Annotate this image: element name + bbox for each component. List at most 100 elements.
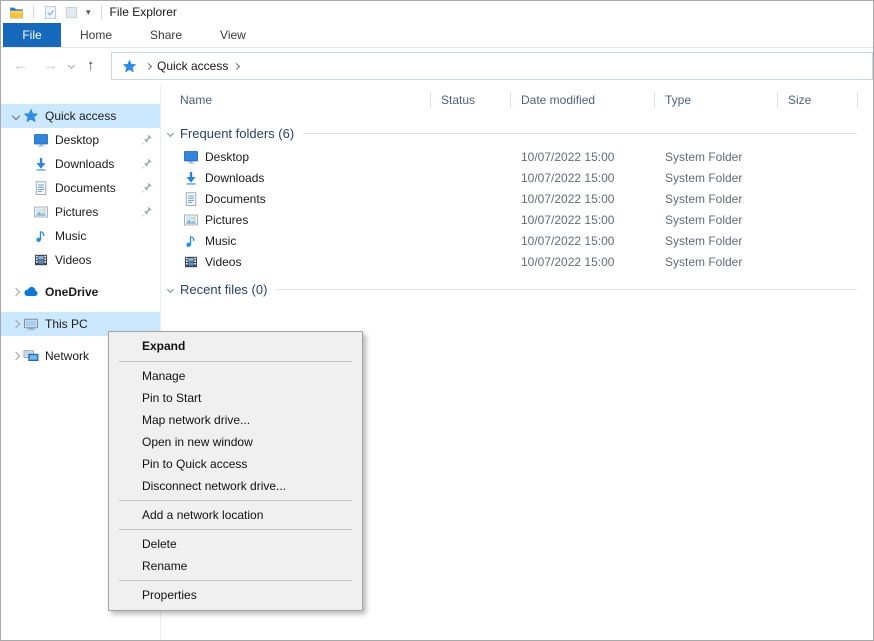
chevron-down-icon[interactable]	[167, 129, 174, 136]
menu-item-properties[interactable]: Properties	[109, 584, 362, 606]
file-type: System Folder	[655, 234, 778, 248]
column-header-status[interactable]: Status	[431, 85, 511, 115]
toolbar-separator	[101, 5, 102, 19]
downloads-icon	[33, 156, 49, 172]
breadcrumb[interactable]: Quick access	[157, 59, 228, 73]
table-row[interactable]: Documents 10/07/2022 15:00 System Folder	[161, 188, 873, 209]
file-type: System Folder	[655, 150, 778, 164]
sidebar-item-music[interactable]: Music	[1, 224, 160, 248]
window-title: File Explorer	[110, 5, 177, 19]
menu-item-map-network-drive[interactable]: Map network drive...	[109, 409, 362, 431]
file-date-modified: 10/07/2022 15:00	[511, 171, 655, 185]
chevron-down-icon[interactable]	[12, 112, 20, 120]
sidebar-item-pictures[interactable]: Pictures	[1, 200, 160, 224]
new-folder-icon[interactable]	[64, 5, 79, 20]
file-name: Documents	[205, 192, 266, 206]
sidebar-item-documents[interactable]: Documents	[1, 176, 160, 200]
group-header-frequent-folders[interactable]: Frequent folders (6)	[161, 123, 873, 143]
table-row[interactable]: Downloads 10/07/2022 15:00 System Folder	[161, 167, 873, 188]
file-type: System Folder	[655, 171, 778, 185]
pin-icon	[140, 157, 153, 170]
context-menu: Expand Manage Pin to Start Map network d…	[108, 331, 363, 611]
back-button[interactable]: ←	[13, 56, 28, 76]
table-row[interactable]: Music 10/07/2022 15:00 System Folder	[161, 230, 873, 251]
table-row[interactable]: Videos 10/07/2022 15:00 System Folder	[161, 251, 873, 272]
address-box[interactable]: Quick access	[111, 52, 873, 80]
menu-item-manage[interactable]: Manage	[109, 365, 362, 387]
menu-separator	[119, 361, 352, 362]
file-explorer-window: ▾ File Explorer File Home Share View ← →…	[0, 0, 874, 641]
onedrive-cloud-icon	[23, 284, 39, 300]
music-icon	[183, 233, 199, 249]
sidebar-item-label: Documents	[55, 181, 116, 195]
menu-item-pin-to-start[interactable]: Pin to Start	[109, 387, 362, 409]
tab-view[interactable]: View	[201, 23, 265, 47]
sidebar-item-downloads[interactable]: Downloads	[1, 152, 160, 176]
forward-button[interactable]: →	[43, 56, 58, 76]
chevron-right-icon[interactable]	[12, 352, 20, 360]
music-icon	[33, 228, 49, 244]
chevron-down-icon[interactable]	[167, 285, 174, 292]
file-name: Pictures	[205, 213, 248, 227]
file-date-modified: 10/07/2022 15:00	[511, 213, 655, 227]
menu-item-add-network-location[interactable]: Add a network location	[109, 504, 362, 526]
pin-icon	[140, 133, 153, 146]
documents-icon	[33, 180, 49, 196]
column-headers: Name Status Date modified Type Size	[161, 85, 873, 115]
address-bar: ← → ↑ Quick access	[1, 48, 873, 85]
customize-toolbar-icon[interactable]: ▾	[86, 5, 91, 20]
pin-icon	[140, 181, 153, 194]
title-bar: ▾ File Explorer	[1, 1, 873, 23]
desktop-icon	[33, 132, 49, 148]
tab-home[interactable]: Home	[61, 23, 131, 47]
chevron-right-icon[interactable]	[12, 320, 20, 328]
file-date-modified: 10/07/2022 15:00	[511, 150, 655, 164]
column-header-name[interactable]: Name	[161, 85, 431, 115]
documents-icon	[183, 191, 199, 207]
file-name: Music	[205, 234, 236, 248]
this-pc-icon	[23, 316, 39, 332]
tab-file[interactable]: File	[3, 23, 61, 47]
table-row[interactable]: Pictures 10/07/2022 15:00 System Folder	[161, 209, 873, 230]
menu-separator	[119, 500, 352, 501]
sidebar-item-label: Network	[45, 349, 89, 363]
ribbon-tabs: File Home Share View	[1, 23, 873, 48]
sidebar-item-videos[interactable]: Videos	[1, 248, 160, 272]
column-header-size[interactable]: Size	[778, 85, 858, 115]
breadcrumb-chevron-icon[interactable]	[233, 62, 240, 69]
tab-share[interactable]: Share	[131, 23, 201, 47]
menu-item-delete[interactable]: Delete	[109, 533, 362, 555]
videos-icon	[183, 254, 199, 270]
menu-separator	[119, 529, 352, 530]
sidebar-item-label: Desktop	[55, 133, 99, 147]
file-type: System Folder	[655, 192, 778, 206]
sidebar-item-label: Videos	[55, 253, 91, 267]
column-header-type[interactable]: Type	[655, 85, 778, 115]
sidebar-item-label: Downloads	[55, 157, 114, 171]
file-name: Downloads	[205, 171, 264, 185]
sidebar-item-quick-access[interactable]: Quick access	[1, 104, 160, 128]
breadcrumb-chevron-icon[interactable]	[145, 62, 152, 69]
menu-separator	[119, 580, 352, 581]
menu-item-rename[interactable]: Rename	[109, 555, 362, 577]
column-header-date-modified[interactable]: Date modified	[511, 85, 655, 115]
recent-locations-icon[interactable]	[68, 62, 75, 69]
group-header-recent-files[interactable]: Recent files (0)	[161, 279, 873, 299]
up-button[interactable]: ↑	[87, 56, 95, 76]
sidebar-item-desktop[interactable]: Desktop	[1, 128, 160, 152]
table-row[interactable]: Desktop 10/07/2022 15:00 System Folder	[161, 146, 873, 167]
menu-item-pin-to-quick-access[interactable]: Pin to Quick access	[109, 453, 362, 475]
file-name: Videos	[205, 255, 241, 269]
menu-item-expand[interactable]: Expand	[109, 335, 362, 358]
file-date-modified: 10/07/2022 15:00	[511, 255, 655, 269]
menu-item-disconnect-network-drive[interactable]: Disconnect network drive...	[109, 475, 362, 497]
properties-icon[interactable]	[43, 5, 58, 20]
sidebar-item-label: OneDrive	[45, 285, 98, 299]
file-date-modified: 10/07/2022 15:00	[511, 192, 655, 206]
column-divider[interactable]	[857, 91, 858, 109]
downloads-icon	[183, 170, 199, 186]
sidebar-item-onedrive[interactable]: OneDrive	[1, 280, 160, 304]
videos-icon	[33, 252, 49, 268]
chevron-right-icon[interactable]	[12, 288, 20, 296]
menu-item-open-in-new-window[interactable]: Open in new window	[109, 431, 362, 453]
